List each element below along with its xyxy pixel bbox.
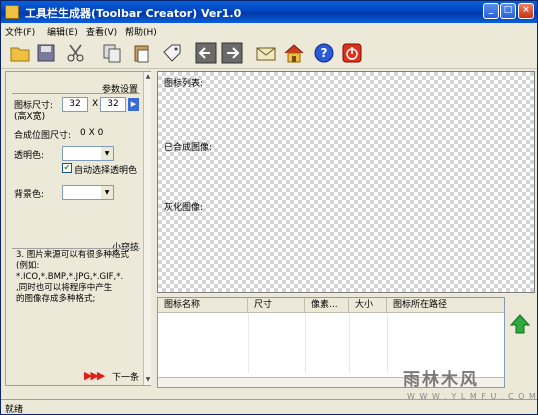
col-filesize[interactable]: 大小 [349,298,387,313]
menu-view[interactable]: 查看(V) [86,25,117,38]
auto-transparent-label: 自动选择透明色 [74,166,138,176]
help-question-icon[interactable]: ? [313,42,335,64]
title-bar: 工具栏生成器(Toolbar Creator) Ver1.0 _ □ × [1,1,537,23]
transparent-color-select[interactable]: ▼ [62,146,114,161]
home-icon[interactable] [283,42,305,64]
app-window: 工具栏生成器(Toolbar Creator) Ver1.0 _ □ × 文件(… [0,0,538,415]
size-x-label: X [92,99,99,109]
tag-icon[interactable] [161,42,183,64]
gray-image-label: 灰化图像: [164,203,204,213]
icon-height-input[interactable]: 32 [62,97,88,112]
table-header: 图标名称 尺寸 像素... 大小 图标所在路径 [158,298,504,313]
save-disk-icon[interactable] [35,42,57,64]
col-path[interactable]: 图标所在路径 [387,298,504,313]
close-button[interactable]: × [518,3,534,19]
transparent-color-label: 透明色: [14,151,45,161]
watermark-logo: 雨林木风 W W W . Y L M F U . C O M [397,365,537,411]
composed-image-label: 已合成图像: [164,143,213,153]
app-icon [5,5,19,19]
menu-edit[interactable]: 编辑(E) [47,25,78,38]
cut-scissors-icon[interactable] [65,42,87,64]
minimize-button[interactable]: _ [483,3,499,19]
tip-text: 3. 图片来源可以有很多种格式(例如: *.ICO,*.BMP,*.JPG,*.… [16,250,129,304]
column-divider [387,313,388,373]
status-text: 就绪 [5,405,24,415]
settings-panel: 参数设置 图标尺寸: (高X宽) 32 X 32 ▶ 合成位图尺寸: 0 X 0… [5,71,151,386]
exit-power-icon[interactable] [341,42,363,64]
icon-width-input[interactable]: 32 [100,97,126,112]
auto-transparent-checkbox[interactable]: ✔ [62,163,72,173]
maximize-button[interactable]: □ [500,3,516,19]
menu-file[interactable]: 文件(F) [5,25,35,38]
scroll-down-icon[interactable]: ▼ [144,375,152,385]
paste-icon[interactable] [131,42,153,64]
toolbar: ? [1,39,537,69]
arrow-left-icon[interactable] [195,42,217,64]
arrow-right-icon[interactable] [221,42,243,64]
col-icon-name[interactable]: 图标名称 [158,298,248,313]
background-color-label: 背景色: [14,190,45,200]
column-divider [248,313,249,373]
scroll-up-icon[interactable]: ▲ [144,72,152,82]
svg-text:?: ? [321,46,328,60]
background-color-select[interactable]: ▼ [62,185,114,200]
col-pixels[interactable]: 像素... [305,298,349,313]
tips-divider [12,248,140,249]
composite-size-label: 合成位图尺寸: [14,131,72,141]
chevron-down-icon[interactable]: ▼ [101,147,113,160]
play-icon[interactable]: ▶ [128,98,139,111]
settings-divider [12,93,140,94]
next-tip-link[interactable]: 下一条 [112,370,139,383]
menu-bar: 文件(F) 编辑(E) 查看(V) 帮助(H) [1,23,537,39]
watermark-text: 雨林木风 [403,370,479,390]
icon-size-sub-label: (高X宽) [14,112,46,122]
copy-icon[interactable] [101,42,123,64]
icon-list-label: 图标列表: [164,79,204,89]
watermark-url: W W W . Y L M F U . C O M [407,392,537,401]
preview-canvas: 图标列表: 已合成图像: 灰化图像: [157,71,535,293]
menu-help[interactable]: 帮助(H) [125,25,157,38]
next-arrows-icon[interactable]: ▶▶▶ [84,369,105,382]
col-size[interactable]: 尺寸 [248,298,305,313]
column-divider [305,313,306,373]
settings-scrollbar[interactable]: ▲ ▼ [143,72,151,385]
move-up-icon[interactable] [509,313,531,335]
open-folder-icon[interactable] [9,42,31,64]
chevron-down-icon[interactable]: ▼ [101,186,113,199]
window-title: 工具栏生成器(Toolbar Creator) Ver1.0 [25,7,242,20]
email-envelope-icon[interactable] [255,42,277,64]
column-divider [349,313,350,373]
composite-size-value: 0 X 0 [80,128,104,138]
